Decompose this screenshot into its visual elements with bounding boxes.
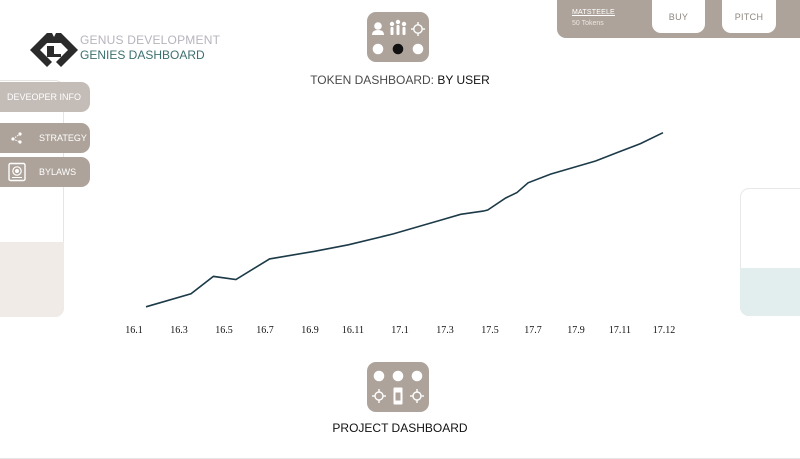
- page-dot-2-active[interactable]: [392, 43, 404, 55]
- single-user-icon[interactable]: [372, 22, 384, 35]
- buy-button[interactable]: BUY: [652, 0, 705, 33]
- x-tick-label: 16.7: [256, 325, 274, 336]
- x-tick-label: 16.11: [342, 325, 364, 336]
- group-users-icon[interactable]: [389, 19, 407, 35]
- pitch-button[interactable]: PITCH: [722, 0, 776, 33]
- series-line-1: [145, 131, 664, 308]
- x-tick-label: 17.1: [391, 325, 409, 336]
- project-dot-3[interactable]: [411, 370, 423, 382]
- token-count: 50 Tokens: [572, 20, 604, 27]
- x-tick-label: 17.11: [609, 325, 631, 336]
- page-dot-1[interactable]: [372, 43, 384, 55]
- strategy-icon: [7, 128, 27, 148]
- x-tick-label: 16.1: [125, 325, 143, 336]
- x-tick-label: 17.12: [653, 325, 676, 336]
- x-tick-label: 17.5: [481, 325, 499, 336]
- page-title-prefix: TOKEN DASHBOARD:: [310, 73, 434, 87]
- project-dot-2[interactable]: [392, 370, 404, 382]
- genus-logo-icon: [30, 33, 78, 67]
- crosshair-icon-2[interactable]: [410, 389, 424, 403]
- document-seal-icon: [7, 162, 27, 182]
- crosshair-icon[interactable]: [372, 389, 386, 403]
- menu-bylaws[interactable]: BYLAWS: [0, 157, 90, 187]
- x-tick-label: 16.9: [301, 325, 319, 336]
- page-dot-3[interactable]: [412, 43, 424, 55]
- right-panel-shade: [740, 268, 800, 316]
- x-tick-label: 16.3: [170, 325, 188, 336]
- username-link[interactable]: MATSTEELE: [572, 9, 615, 16]
- brand-line-2: GENIES DASHBOARD: [80, 48, 205, 62]
- brand: GENUS DEVELOPMENT GENIES DASHBOARD: [80, 33, 220, 63]
- x-tick-label: 17.3: [436, 325, 454, 336]
- menu-strategy-label: STRATEGY: [39, 133, 87, 143]
- page-title-strong: BY USER: [437, 73, 490, 87]
- menu-strategy[interactable]: STRATEGY: [0, 123, 90, 153]
- x-tick-label: 17.7: [524, 325, 542, 336]
- project-dashboard-title: PROJECT DASHBOARD: [332, 421, 468, 435]
- project-view-selector[interactable]: [367, 362, 429, 412]
- x-tick-label: 17.9: [567, 325, 585, 336]
- menu-developer-info-label: DEVEOPER INFO: [7, 92, 82, 102]
- left-panel-shade: [0, 242, 64, 317]
- page-title: TOKEN DASHBOARD: BY USER: [0, 73, 800, 87]
- project-dot-1[interactable]: [373, 370, 385, 382]
- x-tick-label: 16.5: [215, 325, 233, 336]
- user-view-selector[interactable]: [367, 12, 429, 62]
- brand-line-1: GENUS DEVELOPMENT: [80, 33, 221, 47]
- target-icon[interactable]: [411, 22, 425, 36]
- menu-bylaws-label: BYLAWS: [39, 167, 77, 177]
- device-icon[interactable]: [393, 387, 403, 405]
- menu-developer-info[interactable]: DEVEOPER INFO: [0, 82, 90, 112]
